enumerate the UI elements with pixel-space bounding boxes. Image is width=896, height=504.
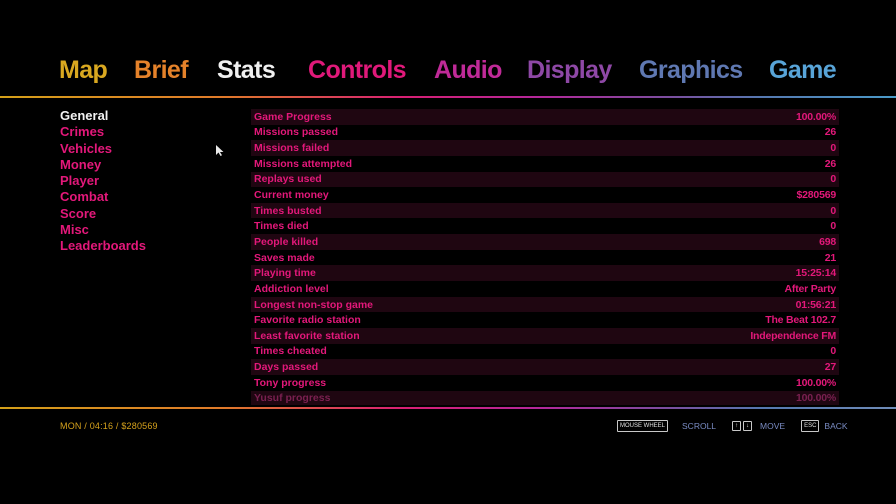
tab-stats[interactable]: Stats: [217, 56, 276, 85]
tab-display[interactable]: Display: [527, 56, 612, 85]
stat-label: Days passed: [254, 361, 319, 374]
header-divider: [0, 96, 896, 98]
tab-audio[interactable]: Audio: [434, 56, 502, 85]
stat-value: 0: [830, 220, 836, 233]
category-leaderboards[interactable]: Leaderboards: [60, 238, 146, 254]
stat-value: 01:56:21: [795, 298, 837, 311]
move-hint[interactable]: MOVE: [760, 421, 785, 431]
status-day-time-money: MON / 04:16 / $280569: [60, 421, 158, 431]
stat-value: 698: [819, 235, 836, 248]
category-combat[interactable]: Combat: [60, 189, 146, 205]
stat-row: Longest non-stop game 01:56:21: [251, 296, 839, 313]
tab-brief[interactable]: Brief: [134, 56, 189, 85]
category-score[interactable]: Score: [60, 206, 146, 222]
stat-row: Current money $280569: [251, 187, 839, 203]
stat-row: Playing time 15:25:14: [251, 265, 839, 282]
category-money[interactable]: Money: [60, 157, 146, 173]
stat-value: 15:25:14: [795, 267, 837, 280]
category-vehicles[interactable]: Vehicles: [60, 141, 146, 157]
tab-controls[interactable]: Controls: [308, 56, 407, 85]
stat-value: 100.00%: [795, 376, 836, 389]
stat-label: Times cheated: [254, 345, 327, 358]
stat-value: After Party: [784, 282, 837, 295]
stat-row: Days passed 27: [251, 359, 839, 375]
stat-row: Tony progress 100.00%: [251, 374, 839, 391]
stat-value: $280569: [796, 189, 837, 202]
stat-label: Longest non-stop game: [254, 298, 373, 311]
tab-map[interactable]: Map: [59, 56, 108, 85]
stat-value: 0: [830, 204, 836, 217]
stat-value: 0: [830, 173, 836, 186]
back-button[interactable]: BACK: [824, 421, 847, 431]
stat-row: Times cheated 0: [251, 343, 839, 360]
stats-list[interactable]: Game Progress 100.00% Missions passed 26 Mis…: [251, 109, 839, 405]
stat-value: 0: [830, 345, 836, 358]
stat-label: Playing time: [254, 267, 316, 280]
stat-row: Favorite radio station The Beat 102.7: [251, 312, 839, 328]
stat-label: Times died: [254, 220, 309, 233]
category-player[interactable]: Player: [60, 173, 146, 189]
category-general[interactable]: General: [60, 108, 146, 124]
footer-divider: [0, 407, 896, 409]
esc-key-icon: ESC: [801, 420, 820, 432]
stat-row: Times died 0: [251, 218, 839, 235]
stat-value: 0: [830, 142, 836, 155]
stat-label: Saves made: [254, 251, 315, 264]
stat-label: Addiction level: [254, 282, 329, 295]
stat-label: Game Progress: [254, 110, 332, 123]
stat-value: 27: [824, 361, 836, 374]
stat-value: Independence FM: [750, 329, 836, 342]
stat-value: 26: [824, 126, 836, 139]
mouse-wheel-key-icon: MOUSE WHEEL: [617, 420, 669, 432]
stat-label: People killed: [254, 235, 319, 248]
arrow-down-key-icon: ↓: [743, 421, 753, 431]
stat-label: Missions attempted: [254, 157, 353, 170]
category-misc[interactable]: Misc: [60, 222, 146, 238]
category-crimes[interactable]: Crimes: [60, 124, 146, 140]
stat-label: Favorite radio station: [254, 314, 361, 327]
stat-value: 26: [824, 157, 836, 170]
scroll-hint[interactable]: SCROLL: [682, 421, 716, 431]
stat-row: Game Progress 100.00%: [251, 109, 839, 125]
tab-graphics[interactable]: Graphics: [639, 56, 743, 85]
stat-value: 100.00%: [795, 110, 836, 123]
stats-category-list: General Crimes Vehicles Money Player Com…: [60, 108, 146, 255]
stat-value: 21: [824, 251, 836, 264]
stat-label: Replays used: [254, 173, 322, 186]
stat-label: Current money: [254, 189, 329, 202]
stat-value: The Beat 102.7: [765, 314, 836, 327]
stat-value: 100.00%: [795, 392, 836, 405]
stat-row: Saves made 21: [251, 249, 839, 266]
arrow-up-key-icon: ↑: [732, 421, 742, 431]
stat-row: Times busted 0: [251, 202, 839, 219]
stat-label: Least favorite station: [254, 329, 360, 342]
stat-label: Missions passed: [254, 126, 339, 139]
stat-row: Yusuf progress 100.00%: [251, 390, 839, 405]
stat-row: Replays used 0: [251, 171, 839, 188]
tab-game[interactable]: Game: [769, 56, 837, 85]
stat-row: Missions passed 26: [251, 124, 839, 141]
stat-row: Missions attempted 26: [251, 155, 839, 172]
stat-label: Tony progress: [254, 376, 327, 389]
control-hints: MOUSE WHEEL SCROLL ↑ ↓ MOVE ESC BACK: [617, 420, 864, 432]
stat-label: Times busted: [254, 204, 322, 217]
mouse-cursor-icon: [216, 145, 224, 156]
stat-row: People killed 698: [251, 234, 839, 250]
stat-label: Yusuf progress: [254, 392, 331, 405]
stat-label: Missions failed: [254, 142, 330, 155]
stat-row: Least favorite station Independence FM: [251, 327, 839, 344]
stat-row: Missions failed 0: [251, 140, 839, 156]
stat-row: Addiction level After Party: [251, 281, 839, 297]
